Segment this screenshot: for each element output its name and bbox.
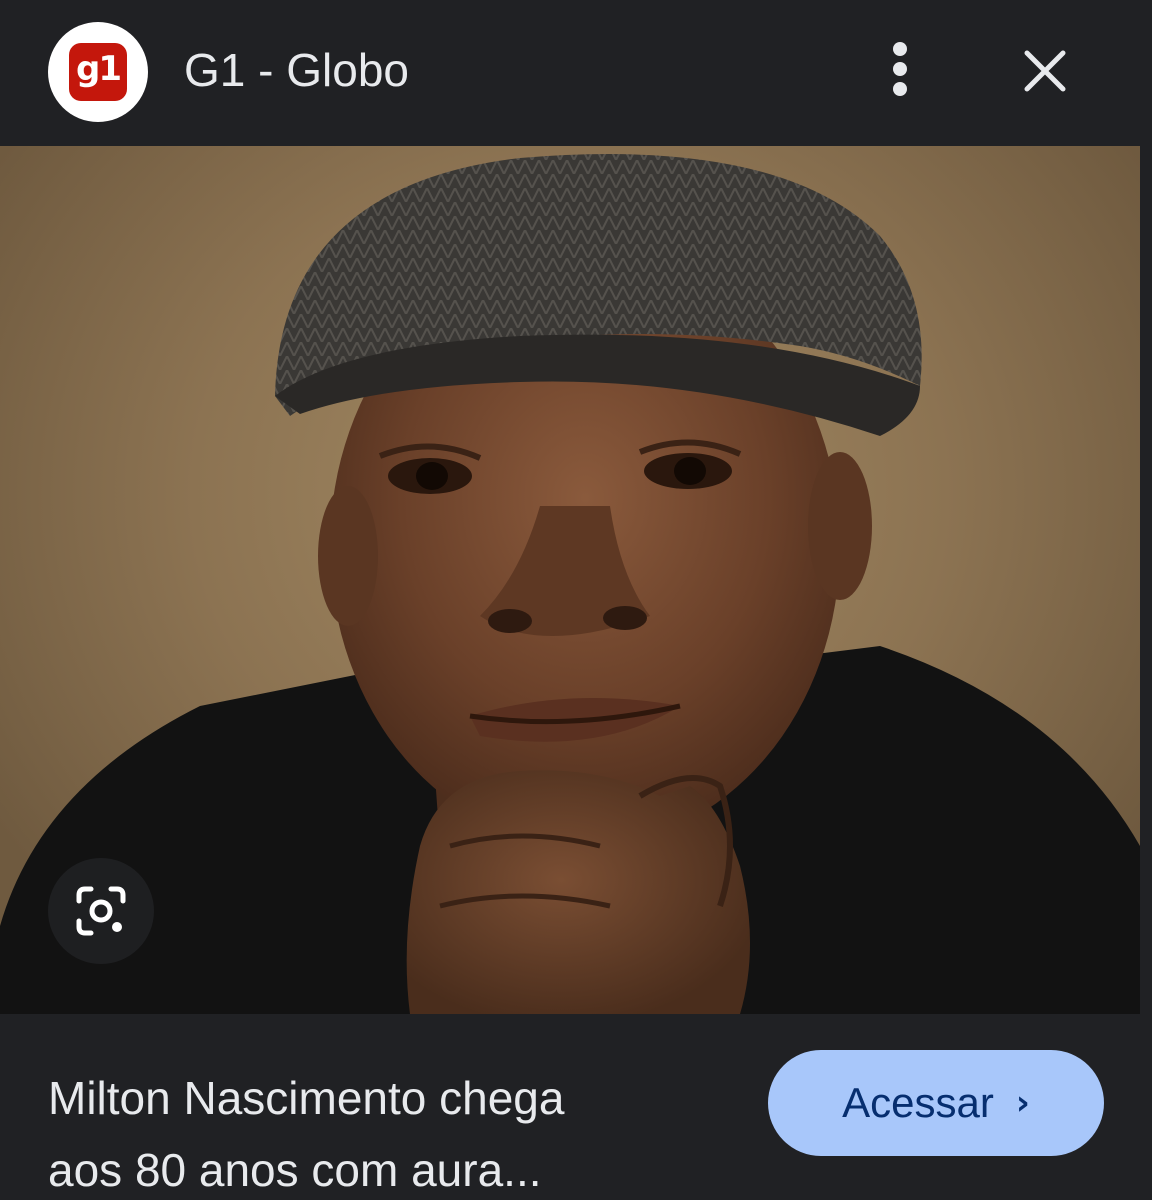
g1-logo-icon: g1 <box>69 43 127 101</box>
image-preview-screen: g1 G1 - Globo Milton Nascimento chega ao… <box>0 0 1152 1200</box>
article-footer: Milton Nascimento chega aos 80 anos com … <box>0 1014 1152 1200</box>
chevron-right-icon: › <box>1015 1083 1030 1123</box>
visit-button-label: Acessar <box>842 1079 994 1126</box>
close-button[interactable] <box>1008 34 1082 108</box>
close-icon <box>1024 50 1066 92</box>
headline-line-1: Milton Nascimento chega <box>48 1072 565 1124</box>
site-logo: g1 <box>48 22 148 122</box>
article-headline[interactable]: Milton Nascimento chega aos 80 anos com … <box>48 1062 738 1200</box>
more-options-button[interactable] <box>870 34 930 104</box>
google-lens-button[interactable] <box>48 858 154 964</box>
headline-line-2: aos 80 anos com aura... <box>48 1144 542 1196</box>
source-header: g1 G1 - Globo <box>0 0 1152 146</box>
visit-button[interactable]: Acessar › <box>768 1050 1104 1156</box>
more-vert-icon <box>893 42 907 96</box>
portrait-illustration <box>0 154 1140 1014</box>
site-name: G1 - Globo <box>184 44 409 96</box>
google-lens-icon <box>76 886 126 936</box>
scrollbar-track <box>1140 146 1152 1014</box>
article-photo[interactable] <box>0 146 1140 1014</box>
